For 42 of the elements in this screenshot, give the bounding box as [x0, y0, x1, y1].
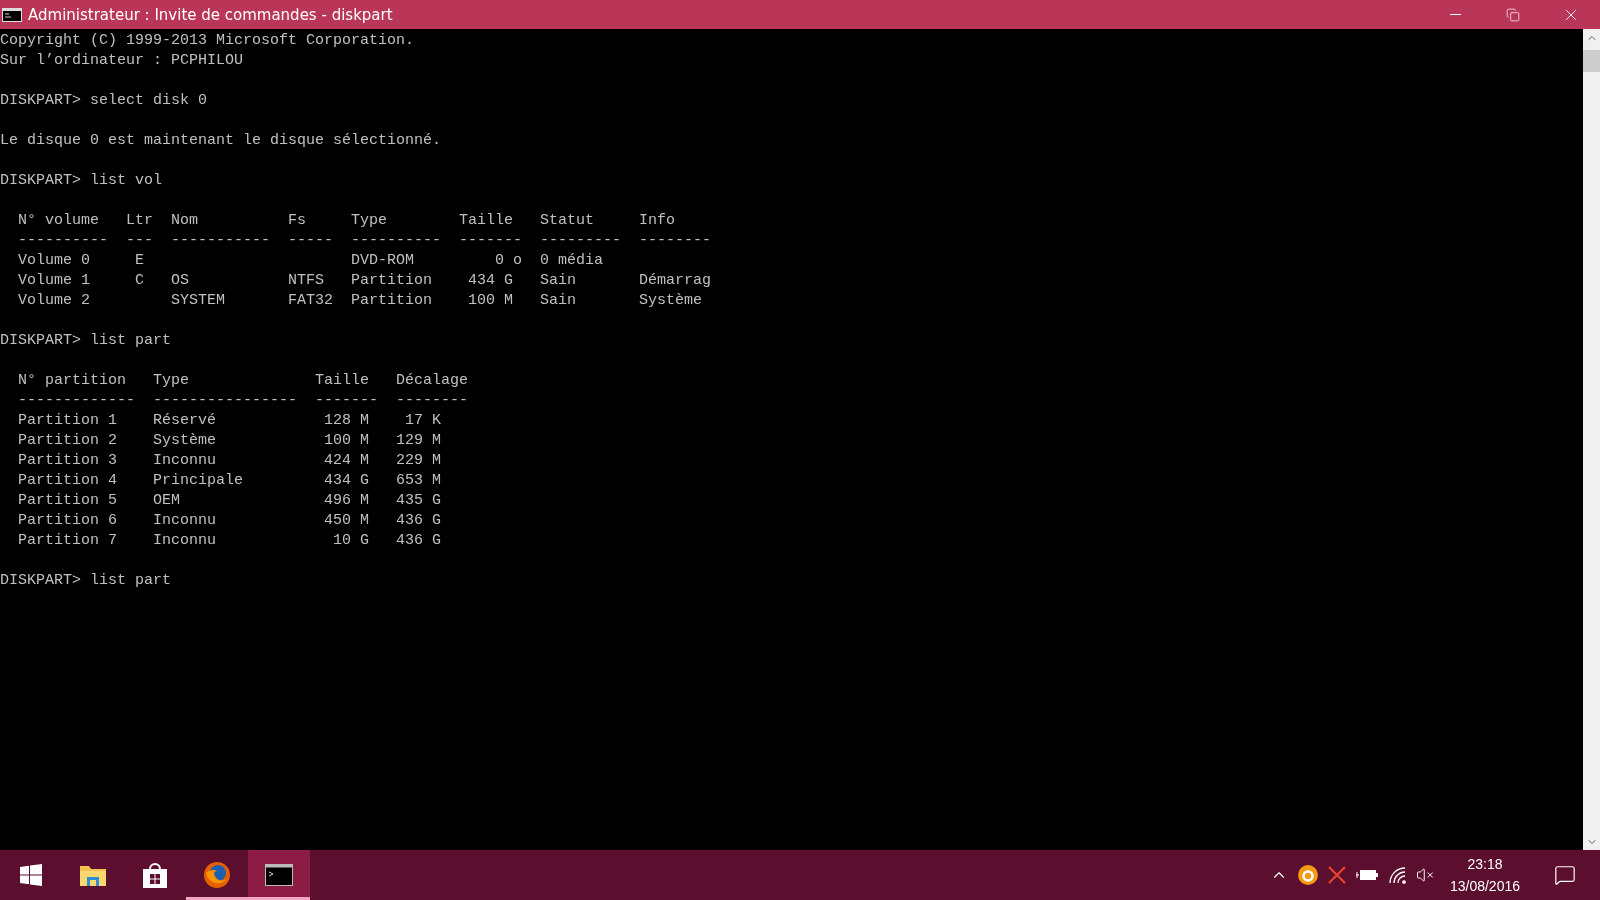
- windows-logo-icon: [20, 864, 42, 886]
- console-line: DISKPART> list part: [0, 571, 172, 591]
- console-line: N° partition Type Taille Décalage: [17, 371, 469, 391]
- console-line: Partition 7 Inconnu 10 G 436 G: [17, 531, 442, 551]
- scroll-thumb[interactable]: [1583, 50, 1600, 72]
- terminal-icon: [2, 7, 22, 22]
- console-line: Le disque 0 est maintenant le disque sélectionné.: [0, 131, 442, 151]
- console-line: Copyright (C) 1999-2013 Microsoft Corporation.: [0, 31, 415, 51]
- console-line: Partition 2 Système 100 M 129 M: [17, 431, 442, 451]
- console-line: Volume 0 E DVD-ROM 0 o 0 média: [17, 251, 604, 271]
- console-line: Volume 2 SYSTEM FAT32 Partition 100 M Sain Système: [17, 291, 703, 311]
- ring-app-icon[interactable]: [1297, 865, 1318, 885]
- clock-date: 13/08/2016: [1449, 877, 1520, 896]
- cross-icon[interactable]: [1327, 866, 1346, 884]
- window-title: Administrateur : Invite de commandes - diskpart: [28, 5, 394, 24]
- speaker-muted-icon[interactable]: [1415, 866, 1434, 884]
- console-line: DISKPART> select disk 0: [0, 91, 208, 111]
- notification-icon: [1554, 864, 1576, 886]
- console-line: Sur l’ordinateur : PCPHILOU: [0, 51, 244, 71]
- folder-icon: [79, 863, 107, 887]
- console-line: N° volume Ltr Nom Fs Type Taille Statut Info: [17, 211, 676, 231]
- console-line: Partition 3 Inconnu 424 M 229 M: [17, 451, 442, 471]
- console-line: ------------- ---------------- ------- --------: [17, 391, 469, 411]
- restore-icon: [1506, 7, 1520, 22]
- battery-icon[interactable]: [1355, 868, 1378, 882]
- terminal-icon: [265, 864, 293, 886]
- browser-globe-icon: [203, 861, 231, 889]
- console-line: Partition 1 Réservé 128 M 17 K: [17, 411, 442, 431]
- taskbar-app-button[interactable]: [248, 850, 310, 900]
- console-line: Partition 6 Inconnu 450 M 436 G: [17, 511, 442, 531]
- console-line: Volume 1 C OS NTFS Partition 434 G Sain Démarrag: [17, 271, 712, 291]
- scrollbar[interactable]: [1583, 29, 1600, 850]
- minimize-icon: [1449, 14, 1461, 15]
- console-line: ---------- --- ----------- ----- ---------- ------- --------- --------: [17, 231, 712, 251]
- wifi-icon[interactable]: [1387, 866, 1406, 884]
- shopping-bag-icon: [142, 861, 168, 889]
- console-line: Partition 5 OEM 496 M 435 G: [17, 491, 442, 511]
- console-line: DISKPART> list part: [0, 331, 172, 351]
- clock[interactable]: 23:18 13/08/2016: [1443, 853, 1526, 897]
- console-line: Partition 4 Principale 434 G 653 M: [17, 471, 442, 491]
- console-line: DISKPART> list vol: [0, 171, 163, 191]
- clock-time: 23:18: [1467, 855, 1503, 874]
